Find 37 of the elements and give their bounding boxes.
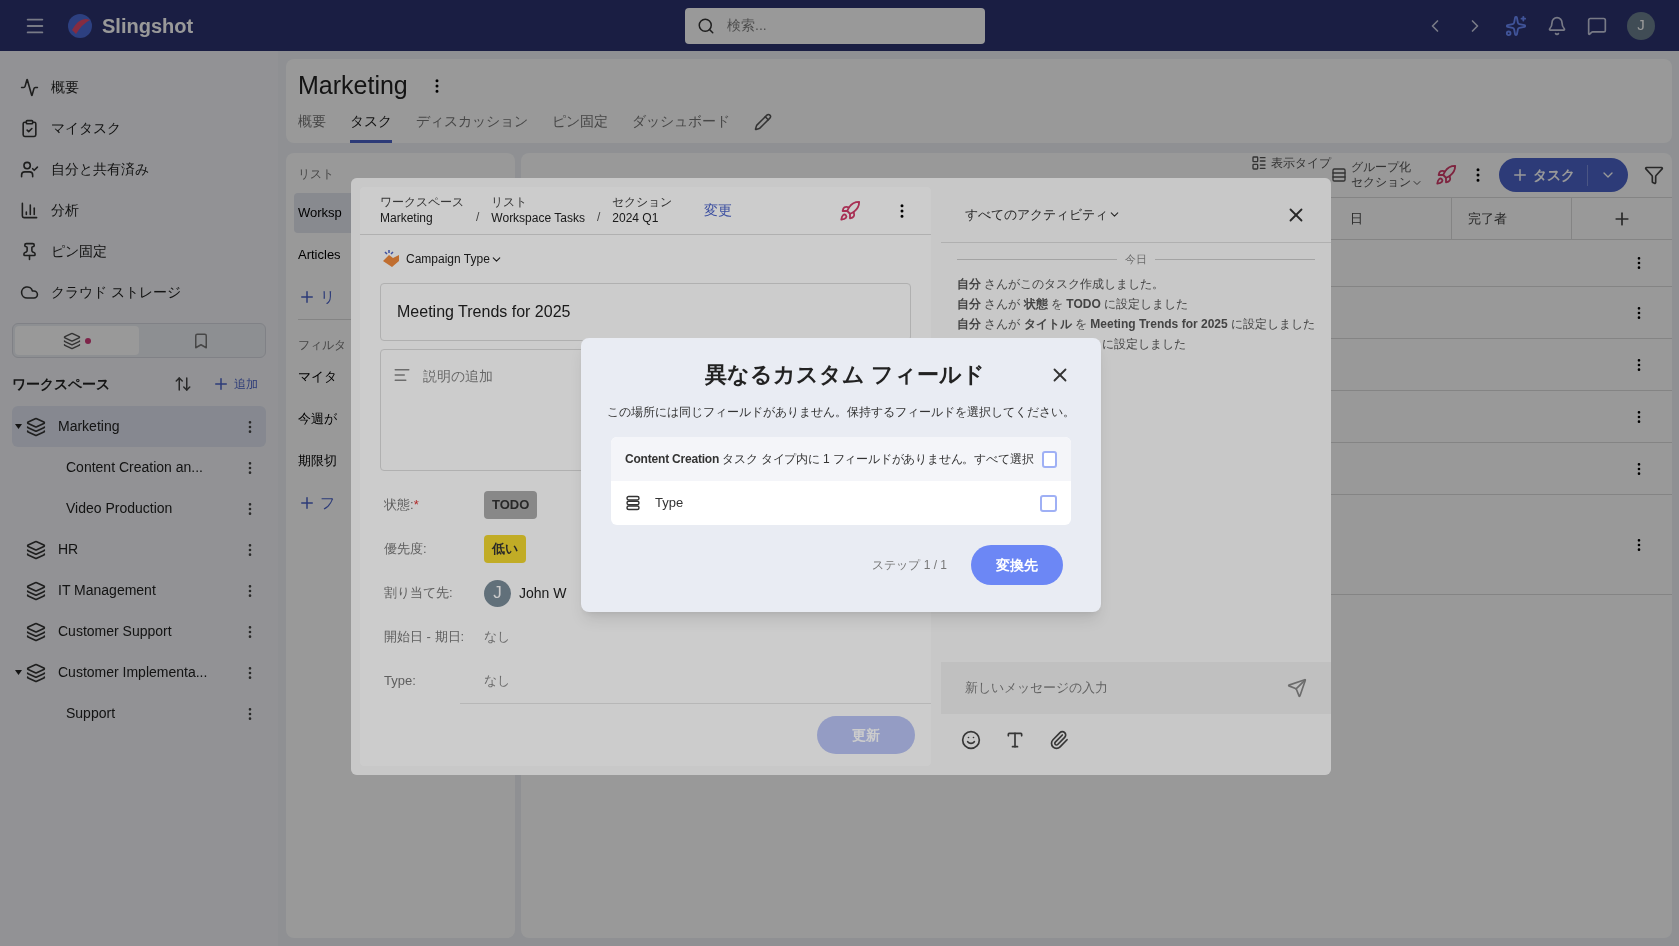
app-name: Slingshot [102, 13, 194, 39]
field-label: Type: [384, 672, 416, 691]
workspace-name: Marketing [58, 417, 121, 436]
dialog-title: 異なるカスタム フィールド [703, 361, 987, 389]
activity-entry: 自分 さんがこのタスク作成しました。 [956, 276, 1165, 291]
field-label: 優先度: [384, 540, 427, 559]
day-separator: 今日 [1124, 252, 1147, 267]
column-header: 完了者 [1452, 198, 1572, 239]
activity-entry: 自分 さんが 状態 を TODO に設定しました [956, 296, 1189, 311]
field-label: 状態: [384, 496, 414, 515]
field-label: 割り当て先: [384, 584, 453, 603]
group-heading: Content Creation タスク タイプ内に 1 フィールドがありません。 [625, 451, 975, 468]
field-name: Type [655, 494, 685, 513]
breadcrumb-caption: ワークスペース [380, 194, 464, 209]
filters-heading: フィルタ [298, 338, 346, 352]
user-avatar: J [484, 579, 511, 607]
column-header: 日 [1350, 198, 1452, 239]
step-indicator: ステップ 1 / 1 [872, 557, 947, 574]
section-title: ワークスペース [12, 374, 111, 394]
workspace-name: HR [58, 540, 80, 559]
workspace-name: Customer Implementa... [58, 663, 209, 682]
workspace-name: Content Creation an... [66, 458, 204, 477]
workspace-name: Customer Support [58, 622, 173, 641]
workspace-name: Video Production [66, 499, 174, 518]
activity-entry: に設定しました [1101, 336, 1186, 351]
project-title: Marketing [298, 70, 408, 101]
required-mark: * [413, 496, 419, 515]
breadcrumb-caption: セクション [612, 194, 673, 209]
workspace-name: IT Management [58, 581, 157, 600]
dialog-message: この場所には同じフィールドがありません。保持するフィールドを選択してください。 [607, 404, 1075, 421]
workspace-name: Support [66, 704, 117, 723]
breadcrumb-caption: リスト [491, 194, 529, 209]
lists-heading: リスト [298, 166, 334, 183]
breadcrumb-separator: / [596, 208, 601, 226]
breadcrumb-separator: / [476, 208, 480, 226]
field-label: 開始日 - 期日: [384, 628, 465, 647]
activity-entry: 自分 さんが タイトル を Meeting Trends for 2025 に設定しました [956, 316, 1315, 331]
